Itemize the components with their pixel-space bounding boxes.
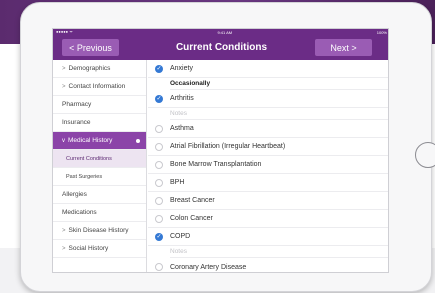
unchecked-circle-icon bbox=[155, 263, 163, 271]
navigation-bar: < Previous Current Conditions Next > bbox=[53, 35, 388, 60]
condition-row-anxiety[interactable]: ✓ Anxiety bbox=[148, 60, 388, 78]
condition-label: Bone Marrow Transplantation bbox=[170, 161, 262, 168]
checkmark-icon: ✓ bbox=[155, 94, 163, 103]
checkmark-icon: ✓ bbox=[155, 64, 163, 73]
chevron-right-icon: > bbox=[62, 245, 66, 252]
condition-label: COPD bbox=[170, 233, 191, 240]
sidebar-item-label: Contact Information bbox=[68, 83, 126, 90]
condition-row-asthma[interactable]: Asthma bbox=[148, 120, 388, 138]
page-title: Current Conditions bbox=[175, 42, 268, 53]
notes-field-copd[interactable]: Notes bbox=[170, 246, 388, 258]
unchecked-circle-icon bbox=[155, 196, 163, 205]
status-time: 9:41 AM bbox=[217, 29, 233, 35]
condition-label: Asthma bbox=[170, 125, 194, 132]
sidebar: > Demographics > Contact Information Pha… bbox=[53, 60, 147, 272]
condition-detail-anxiety[interactable]: Occasionally bbox=[170, 78, 388, 90]
sidebar-item-label: Medical History bbox=[68, 137, 113, 144]
chevron-right-icon: > bbox=[62, 227, 66, 234]
sidebar-item-label: Past Surgeries bbox=[66, 173, 103, 180]
previous-button[interactable]: < Previous bbox=[62, 39, 119, 56]
unchecked-circle-icon bbox=[155, 160, 163, 169]
condition-row-atrial-fibrillation[interactable]: Atrial Fibrillation (Irregular Heartbeat… bbox=[148, 138, 388, 156]
unchecked-circle-icon bbox=[155, 142, 163, 151]
sidebar-item-skin-disease-history[interactable]: > Skin Disease History bbox=[53, 222, 146, 240]
condition-label: Atrial Fibrillation (Irregular Heartbeat… bbox=[170, 143, 286, 150]
condition-label: Colon Cancer bbox=[170, 215, 213, 222]
condition-row-bph[interactable]: BPH bbox=[148, 174, 388, 192]
next-button[interactable]: Next > bbox=[315, 39, 372, 56]
condition-row-breast-cancer[interactable]: Breast Cancer bbox=[148, 192, 388, 210]
sidebar-item-allergies[interactable]: Allergies bbox=[53, 186, 146, 204]
notes-field-arthritis[interactable]: Notes bbox=[170, 108, 388, 120]
condition-row-bone-marrow-transplantation[interactable]: Bone Marrow Transplantation bbox=[148, 156, 388, 174]
sidebar-item-insurance[interactable]: Insurance bbox=[53, 114, 146, 132]
unchecked-circle-icon bbox=[155, 178, 163, 187]
sidebar-item-demographics[interactable]: > Demographics bbox=[53, 60, 146, 78]
battery-level: 100% bbox=[376, 29, 387, 35]
sidebar-item-label: Pharmacy bbox=[62, 101, 92, 108]
condition-label: BPH bbox=[170, 179, 185, 186]
sidebar-item-medications[interactable]: Medications bbox=[53, 204, 146, 222]
conditions-list: ✓ Anxiety Occasionally ✓ Arthritis Notes… bbox=[148, 60, 388, 272]
home-button[interactable] bbox=[415, 142, 435, 168]
condition-row-coronary-artery-disease[interactable]: Coronary Artery Disease bbox=[148, 258, 388, 272]
sidebar-item-label: Current Conditions bbox=[66, 155, 112, 162]
sidebar-item-label: Social History bbox=[68, 245, 109, 252]
unchecked-circle-icon bbox=[155, 214, 163, 223]
condition-label: Anxiety bbox=[170, 65, 193, 72]
unchecked-circle-icon bbox=[155, 124, 163, 133]
condition-row-arthritis[interactable]: ✓ Arthritis bbox=[148, 90, 388, 108]
sidebar-item-current-conditions[interactable]: Current Conditions bbox=[53, 150, 146, 168]
app-screen: ●●●●● ᯤ 9:41 AM 100% < Previous Current … bbox=[52, 28, 389, 273]
condition-row-copd[interactable]: ✓ COPD bbox=[148, 228, 388, 246]
sidebar-item-label: Allergies bbox=[62, 191, 87, 198]
sidebar-item-social-history[interactable]: > Social History bbox=[53, 240, 146, 258]
sidebar-item-label: Insurance bbox=[62, 119, 91, 126]
checkmark-icon: ✓ bbox=[155, 232, 163, 241]
sidebar-item-label: Skin Disease History bbox=[68, 227, 129, 234]
sidebar-item-contact-information[interactable]: > Contact Information bbox=[53, 78, 146, 96]
condition-label: Arthritis bbox=[170, 95, 194, 102]
condition-row-colon-cancer[interactable]: Colon Cancer bbox=[148, 210, 388, 228]
chevron-right-icon: > bbox=[62, 83, 66, 90]
condition-label: Breast Cancer bbox=[170, 197, 215, 204]
condition-label: Coronary Artery Disease bbox=[170, 263, 247, 271]
sidebar-item-medical-history[interactable]: v Medical History bbox=[53, 132, 146, 150]
chevron-down-icon: v bbox=[62, 137, 65, 144]
active-indicator-dot bbox=[136, 139, 140, 143]
sidebar-item-past-surgeries[interactable]: Past Surgeries bbox=[53, 168, 146, 186]
sidebar-item-pharmacy[interactable]: Pharmacy bbox=[53, 96, 146, 114]
sidebar-item-label: Medications bbox=[62, 209, 97, 216]
sidebar-item-label: Demographics bbox=[68, 65, 111, 72]
chevron-right-icon: > bbox=[62, 65, 66, 72]
